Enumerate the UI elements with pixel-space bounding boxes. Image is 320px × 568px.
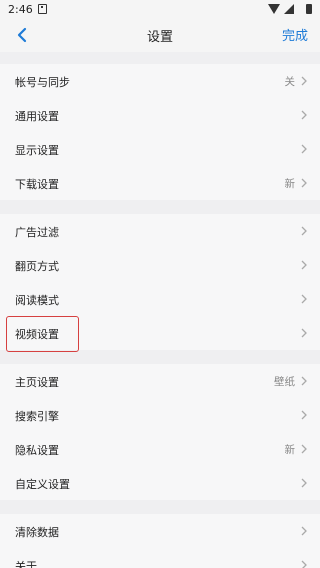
notification-icon bbox=[38, 4, 47, 14]
chevron-right-icon bbox=[299, 560, 309, 568]
row-label: 阅读模式 bbox=[15, 294, 59, 307]
chevron-right-icon bbox=[299, 444, 309, 454]
row-value: 壁纸 bbox=[274, 376, 295, 388]
chevron-right-icon bbox=[299, 526, 309, 536]
settings-row-search-engine[interactable]: 搜索引擎 bbox=[0, 398, 320, 432]
settings-row-about[interactable]: 关于 bbox=[0, 548, 320, 568]
settings-row-display[interactable]: 显示设置 bbox=[0, 132, 320, 166]
row-label: 自定义设置 bbox=[15, 478, 70, 491]
row-label: 搜索引擎 bbox=[15, 410, 59, 423]
row-label: 广告过滤 bbox=[15, 226, 59, 239]
settings-section-3: 主页设置 壁纸 搜索引擎 隐私设置 新 自定义设置 bbox=[0, 364, 320, 500]
row-value: 新 bbox=[284, 444, 296, 456]
row-label: 主页设置 bbox=[15, 376, 59, 389]
row-value: 关 bbox=[284, 76, 296, 88]
battery-icon bbox=[306, 4, 312, 14]
row-label: 显示设置 bbox=[15, 144, 59, 157]
row-value: 新 bbox=[284, 178, 296, 190]
settings-section-4: 清除数据 关于 bbox=[0, 514, 320, 568]
chevron-right-icon bbox=[299, 410, 309, 420]
header: 设置 完成 bbox=[0, 18, 320, 52]
row-label: 视频设置 bbox=[15, 328, 59, 341]
chevron-right-icon bbox=[299, 478, 309, 488]
settings-row-ad-filter[interactable]: 广告过滤 bbox=[0, 214, 320, 248]
chevron-right-icon bbox=[299, 76, 309, 86]
settings-section-1: 帐号与同步 关 通用设置 显示设置 下载设置 新 bbox=[0, 64, 320, 200]
row-label: 清除数据 bbox=[15, 526, 59, 539]
row-label: 翻页方式 bbox=[15, 260, 59, 273]
status-bar: 2:46 bbox=[0, 0, 320, 18]
settings-row-general[interactable]: 通用设置 bbox=[0, 98, 320, 132]
settings-row-video[interactable]: 视频设置 bbox=[0, 316, 320, 350]
settings-row-privacy[interactable]: 隐私设置 新 bbox=[0, 432, 320, 466]
settings-row-reading-mode[interactable]: 阅读模式 bbox=[0, 282, 320, 316]
settings-row-download[interactable]: 下载设置 新 bbox=[0, 166, 320, 200]
row-label: 关于 bbox=[15, 560, 37, 568]
chevron-right-icon bbox=[299, 376, 309, 386]
settings-row-page-turn[interactable]: 翻页方式 bbox=[0, 248, 320, 282]
chevron-right-icon bbox=[299, 226, 309, 236]
page-title: 设置 bbox=[146, 30, 173, 45]
wifi-icon bbox=[268, 4, 280, 14]
settings-row-clear-data[interactable]: 清除数据 bbox=[0, 514, 320, 548]
chevron-right-icon bbox=[299, 178, 309, 188]
status-time: 2:46 bbox=[8, 3, 33, 16]
chevron-right-icon bbox=[299, 144, 309, 154]
settings-row-account-sync[interactable]: 帐号与同步 关 bbox=[0, 64, 320, 98]
settings-row-homepage[interactable]: 主页设置 壁纸 bbox=[0, 364, 320, 398]
chevron-right-icon bbox=[299, 294, 309, 304]
row-label: 帐号与同步 bbox=[15, 76, 70, 89]
settings-section-2: 广告过滤 翻页方式 阅读模式 视频设置 bbox=[0, 214, 320, 350]
done-button[interactable]: 完成 bbox=[282, 25, 308, 44]
chevron-right-icon bbox=[299, 328, 309, 338]
row-label: 下载设置 bbox=[15, 178, 59, 191]
row-label: 隐私设置 bbox=[15, 444, 59, 457]
signal-icon bbox=[284, 4, 294, 14]
settings-row-custom[interactable]: 自定义设置 bbox=[0, 466, 320, 500]
chevron-right-icon bbox=[299, 260, 309, 270]
chevron-right-icon bbox=[299, 110, 309, 120]
row-label: 通用设置 bbox=[15, 110, 59, 123]
